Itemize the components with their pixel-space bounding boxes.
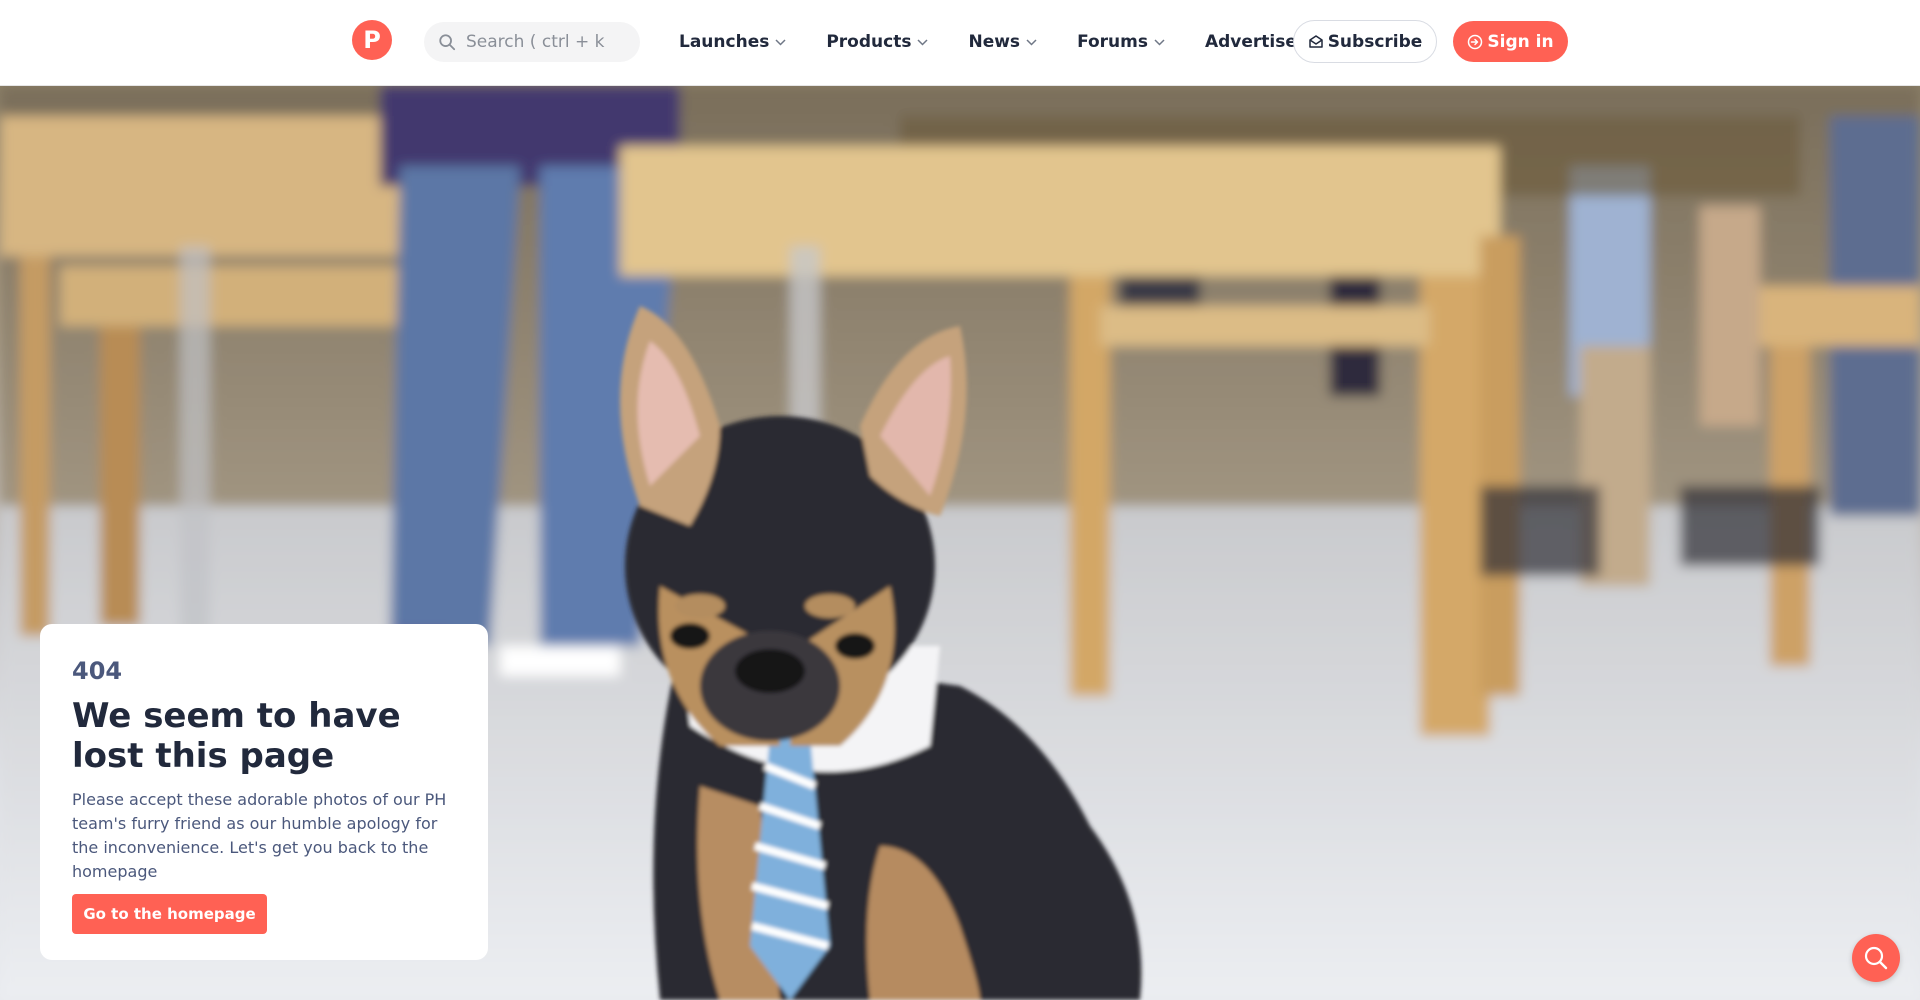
sign-in-button[interactable]: Sign in [1453, 21, 1568, 62]
nav-news[interactable]: News [968, 32, 1037, 52]
search-chat-button[interactable] [1852, 934, 1900, 982]
chevron-down-icon [775, 38, 786, 46]
sign-in-label: Sign in [1487, 31, 1554, 52]
search-chat-icon [1864, 946, 1888, 970]
nav-forums-label: Forums [1077, 32, 1148, 52]
search-box[interactable] [424, 22, 640, 62]
chevron-down-icon [1154, 38, 1165, 46]
subscribe-label: Subscribe [1327, 31, 1423, 52]
nav-products[interactable]: Products [826, 32, 928, 52]
nav-launches[interactable]: Launches [679, 32, 786, 52]
nav-advertise-label: Advertise [1204, 32, 1297, 52]
chevron-down-icon [917, 38, 928, 46]
nav-forums[interactable]: Forums [1077, 32, 1165, 52]
top-header: P Launches Products News Forums Advertis… [0, 0, 1920, 86]
chevron-down-icon [1026, 38, 1037, 46]
go-homepage-button[interactable]: Go to the homepage [72, 894, 267, 934]
search-input[interactable] [464, 31, 624, 53]
nav-advertise[interactable]: Advertise [1205, 32, 1297, 52]
envelope-icon [1308, 34, 1323, 48]
error-description: Please accept these adorable photos of o… [72, 790, 447, 881]
search-icon [439, 34, 456, 51]
sign-in-icon [1468, 34, 1483, 49]
nav-launches-label: Launches [679, 32, 770, 52]
nav-news-label: News [968, 32, 1021, 52]
nav-products-label: Products [826, 32, 912, 52]
error-code: 404 [72, 657, 123, 685]
logo-letter: P [363, 26, 381, 54]
error-title: We seem to have lost this page [72, 696, 401, 776]
subscribe-button[interactable]: Subscribe [1293, 20, 1437, 63]
main-nav: Launches Products News Forums Advertise [679, 24, 1297, 60]
product-hunt-logo[interactable]: P [352, 20, 392, 60]
error-card: 404 We seem to have lost this page Pleas… [40, 624, 488, 960]
